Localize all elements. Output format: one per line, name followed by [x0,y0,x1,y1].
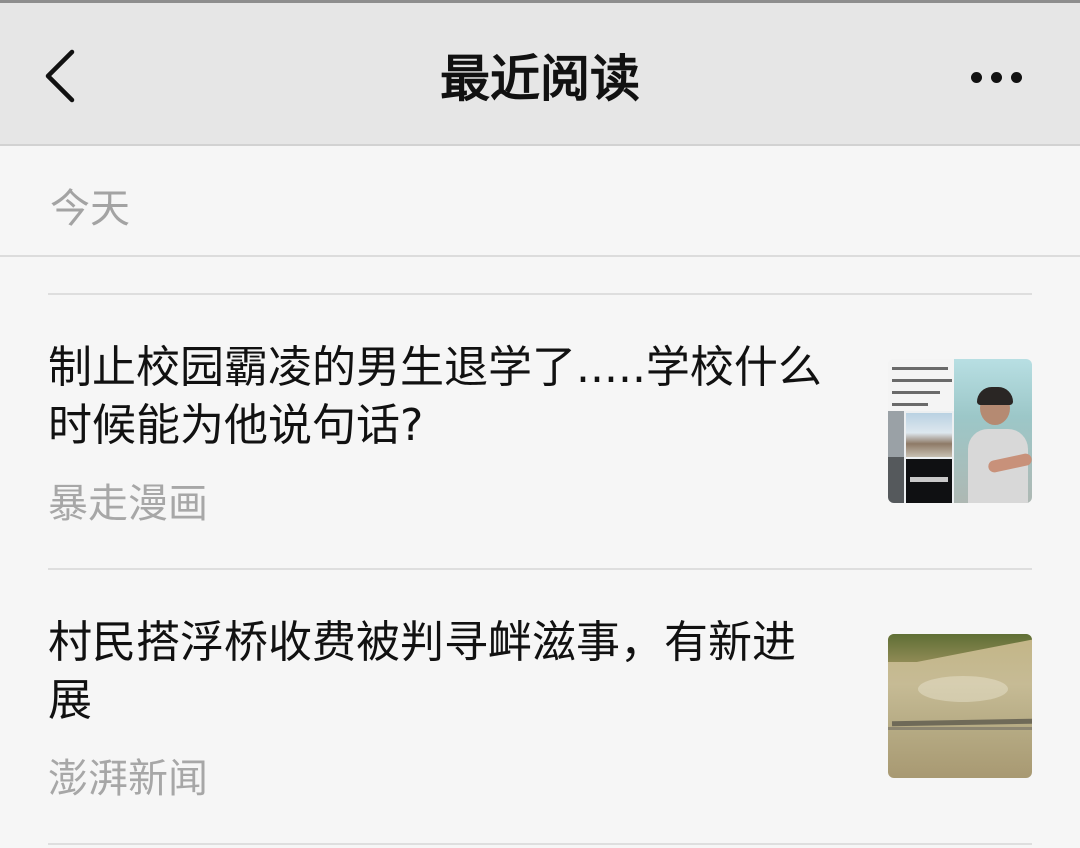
article-title: 村民搭浮桥收费被判寻衅滋事，有新进展 [48,617,796,726]
divider [48,843,1032,845]
article-item[interactable]: 村民搭浮桥收费被判寻衅滋事，有新进展 澎湃新闻 [0,570,1080,842]
more-dots-icon [1010,71,1022,83]
more-button[interactable] [956,49,1036,105]
section-label-today: 今天 [50,186,130,232]
article-item[interactable]: 制止校园霸凌的男生退学了.....学校什么时候能为他说句话? 暴走漫画 [0,295,1080,567]
page-title: 最近阅读 [440,49,640,108]
article-source: 暴走漫画 [48,481,208,527]
more-dots-icon [970,71,982,83]
article-title: 制止校园霸凌的男生退学了.....学校什么时候能为他说句话? [48,342,822,451]
back-chevron-icon [45,49,75,103]
article-thumbnail [888,634,1032,778]
article-source: 澎湃新闻 [48,756,208,802]
back-button[interactable] [30,41,90,111]
navigation-bar: 最近阅读 [0,3,1080,146]
article-thumbnail [888,359,1032,503]
section-header: 今天 [0,148,1080,257]
article-list: 制止校园霸凌的男生退学了.....学校什么时候能为他说句话? 暴走漫画 村民搭浮… [0,259,1080,848]
more-dots-icon [990,71,1002,83]
